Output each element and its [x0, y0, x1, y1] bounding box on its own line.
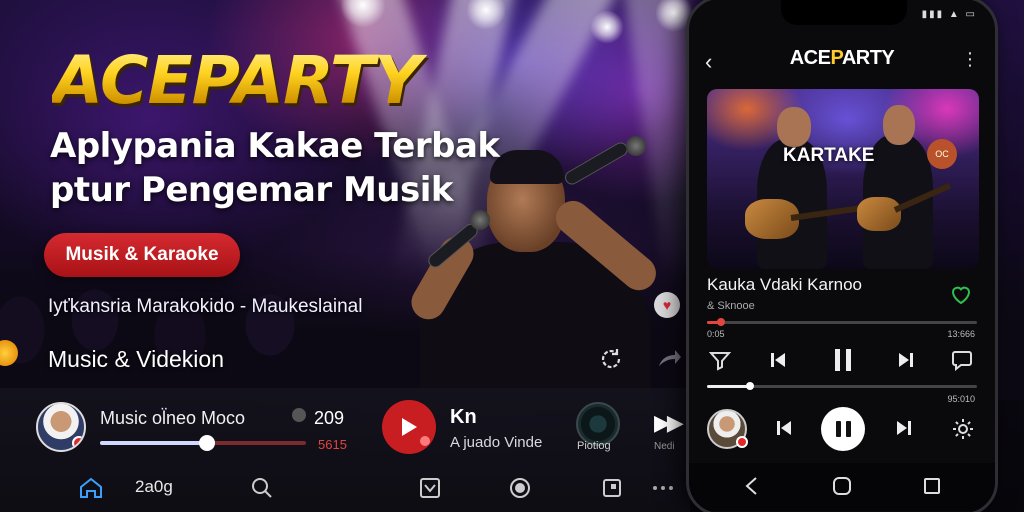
- artist-name: & Sknooe: [707, 300, 755, 312]
- play-button[interactable]: [382, 400, 436, 454]
- track-title: Music ol̈neo Moco: [100, 408, 246, 428]
- previous-icon[interactable]: [775, 419, 793, 437]
- search-icon[interactable]: [250, 476, 274, 500]
- elapsed-time: 0:05: [707, 329, 725, 339]
- album-button[interactable]: OC: [927, 139, 957, 169]
- next-icon[interactable]: [897, 351, 915, 369]
- subline-text: Ιyťkansria Marakokido - Maukeslainal: [48, 296, 363, 317]
- listener-count: 209: [314, 408, 345, 428]
- next-title: Kn: [450, 406, 477, 428]
- pause-icon[interactable]: [831, 347, 855, 373]
- progress-knob[interactable]: [199, 435, 216, 451]
- microphone-head: [470, 210, 490, 230]
- album-label: KARTAKE: [783, 145, 875, 166]
- performer-right-face: [883, 105, 915, 145]
- progress-fill: [100, 441, 208, 445]
- stage-spotlight: [590, 10, 624, 44]
- kebab-menu-icon[interactable]: ⋮: [961, 49, 979, 70]
- pause-button[interactable]: [821, 407, 865, 451]
- stop-square-icon[interactable]: [600, 476, 624, 500]
- more-dots-icon[interactable]: [650, 476, 676, 500]
- nav-back-icon[interactable]: [741, 475, 763, 497]
- headline-line-2: ptur Pengemar Musik: [50, 170, 454, 210]
- favorite-heart-icon[interactable]: [949, 283, 973, 307]
- category-pill-button[interactable]: Musik & Karaoke: [44, 233, 240, 277]
- listeners-icon: [292, 408, 306, 422]
- section-title: Music & Videkion: [48, 346, 224, 372]
- headline-line-1: Aplypania Kakae Terbak: [50, 126, 500, 166]
- secondary-progress-slider[interactable]: [707, 382, 977, 390]
- progress-knob[interactable]: [716, 318, 725, 326]
- duration-time: 13:666: [947, 329, 975, 339]
- status-bar-icons: ▮▮▮ ▲ ▭: [921, 9, 977, 20]
- home-icon[interactable]: [78, 476, 104, 500]
- chat-bubble-icon[interactable]: [951, 349, 973, 371]
- play-icon: [402, 418, 417, 436]
- share-arrow-icon[interactable]: [655, 344, 683, 372]
- guitar-body: [857, 197, 901, 231]
- microphone: [562, 139, 631, 188]
- skip-forward-icon[interactable]: ▶▶: [654, 410, 684, 436]
- song-progress-slider[interactable]: [707, 318, 977, 326]
- brand-logo: ACEPARTY: [52, 40, 472, 122]
- camera-label: Piotiog: [577, 440, 611, 452]
- live-dot-icon: [736, 436, 748, 448]
- album-art: [707, 89, 979, 269]
- app-title-accent: P: [830, 47, 842, 69]
- headline: Aplypania Kakae Terbak ptur Pengemar Mus…: [50, 124, 550, 212]
- live-dot-icon: [72, 436, 84, 450]
- filter-icon[interactable]: [709, 349, 731, 371]
- track-progress-slider[interactable]: [100, 435, 306, 451]
- avatar[interactable]: [707, 409, 748, 449]
- track-time: 5615: [318, 437, 347, 452]
- refresh-icon[interactable]: [598, 346, 624, 372]
- app-title: ACEPARTY: [689, 47, 995, 70]
- microphone-head: [626, 136, 646, 156]
- app-title-suffix: ARTY: [841, 47, 895, 69]
- phone-mockup: ▮▮▮ ▲ ▭ ‹ ACEPARTY ⋮ KARTAKE OC Kauka Vd…: [686, 0, 998, 512]
- skip-label: Nedi: [654, 441, 675, 452]
- next-icon[interactable]: [895, 419, 913, 437]
- progress-knob[interactable]: [746, 382, 755, 390]
- previous-icon[interactable]: [769, 351, 787, 369]
- secondary-duration: 95:010: [947, 394, 975, 404]
- settings-gear-icon[interactable]: [951, 417, 975, 441]
- app-title-prefix: ACE: [789, 47, 831, 69]
- nav-recents-icon[interactable]: [921, 475, 943, 497]
- nav-home-icon[interactable]: [831, 475, 853, 497]
- pause-bar: [835, 421, 841, 437]
- progress-fill: [707, 385, 751, 388]
- heart-badge-icon[interactable]: ♥: [654, 292, 680, 318]
- phone-notch: [781, 0, 907, 25]
- nav-label: 2a0g: [135, 477, 173, 496]
- performer-left-face: [777, 107, 811, 147]
- check-box-icon[interactable]: [418, 476, 442, 500]
- pause-bar: [845, 421, 851, 437]
- record-icon[interactable]: [508, 476, 532, 500]
- next-subtitle: A juado Vinde: [450, 434, 543, 451]
- song-title: Kauka Vdaki Karnoo: [707, 275, 862, 294]
- avatar[interactable]: [36, 402, 86, 452]
